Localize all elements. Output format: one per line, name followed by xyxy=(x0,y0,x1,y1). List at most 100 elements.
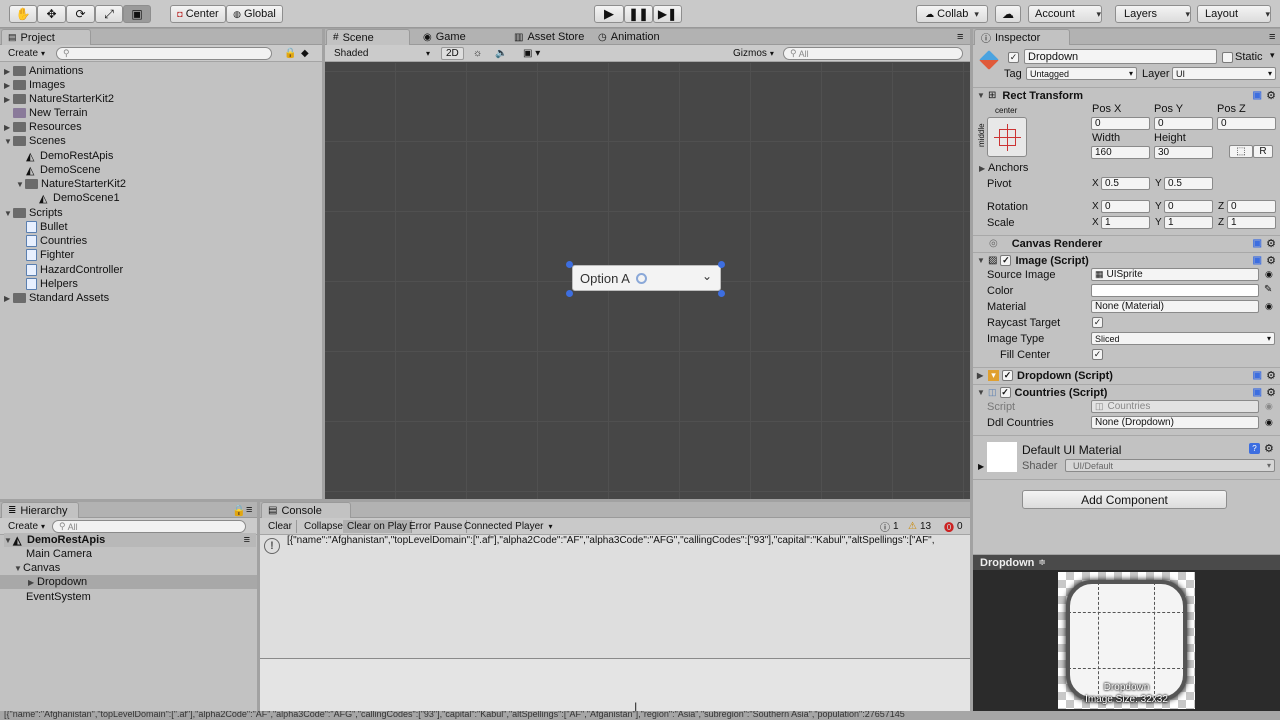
scale-y-input[interactable]: 1 xyxy=(1164,216,1213,229)
tab-project[interactable]: ▤ Project xyxy=(1,29,91,45)
audio-toggle-icon[interactable]: 🔈 xyxy=(491,47,511,60)
image-enabled-checkbox[interactable]: ✓ xyxy=(1000,255,1012,266)
project-item-scenes[interactable]: ▼ Scenes xyxy=(4,134,66,148)
rotation-y-input[interactable]: 0 xyxy=(1164,200,1213,213)
project-item-demoscene[interactable]: ◭ DemoScene xyxy=(26,163,101,177)
panel-menu-icon[interactable]: ≡ xyxy=(240,502,257,518)
hierarchy-create-button[interactable]: Create ▾ xyxy=(4,520,49,533)
rect-tool-button[interactable]: ▣ xyxy=(123,5,151,23)
hierarchy-item-canvas[interactable]: ▼ Canvas xyxy=(14,561,60,575)
pause-button[interactable]: ❚❚ xyxy=(624,5,653,23)
project-item-standard-assets[interactable]: ▶ Standard Assets xyxy=(4,291,109,305)
collab-dropdown[interactable]: ☁ Collab xyxy=(916,5,988,23)
image-type-dropdown[interactable]: Sliced ▾ xyxy=(1091,332,1275,345)
rotation-z-input[interactable]: 0 xyxy=(1227,200,1276,213)
source-image-field[interactable]: ▦ UISprite xyxy=(1091,268,1259,281)
material-foldout-icon[interactable]: ▶ xyxy=(978,462,984,471)
console-log-entry[interactable]: [{"name":"Afghanistan","topLevelDomain":… xyxy=(287,535,967,546)
object-picker-icon[interactable]: ◉ xyxy=(1265,301,1273,312)
static-checkbox[interactable] xyxy=(1222,52,1233,63)
console-collapse-button[interactable]: Collapse xyxy=(300,520,348,533)
layers-dropdown[interactable]: Layers xyxy=(1115,5,1191,23)
dropdown-component-header[interactable]: ▶ ▾ ✓ Dropdown (Script) ▣ ⚙ xyxy=(973,367,1280,383)
project-create-button[interactable]: Create ▾ xyxy=(4,47,49,60)
hierarchy-scene-demorestapis[interactable]: ▼ ◭ DemoRestApis ≡ xyxy=(4,533,256,547)
help-icon[interactable]: ? xyxy=(1249,443,1260,454)
tab-game[interactable]: ◉ Game xyxy=(417,29,472,45)
panel-menu-icon[interactable]: ≡ xyxy=(951,29,969,45)
rect-handle-bottom-left[interactable] xyxy=(566,290,573,297)
gear-icon[interactable]: ⚙ xyxy=(1266,237,1276,250)
material-field[interactable]: None (Material) xyxy=(1091,300,1259,313)
hierarchy-item-eventsystem[interactable]: EventSystem xyxy=(26,590,91,604)
console-error-filter[interactable]: ⓿0 xyxy=(940,520,967,534)
raw-edit-button[interactable]: R xyxy=(1253,145,1273,158)
gear-icon[interactable]: ⚙ xyxy=(1266,89,1276,102)
countries-enabled-checkbox[interactable]: ✓ xyxy=(999,387,1011,398)
toggle-2d-button[interactable]: 2D xyxy=(441,47,464,60)
help-icon[interactable]: ▣ xyxy=(1253,238,1262,249)
rect-handle-bottom-right[interactable] xyxy=(718,290,725,297)
canvas-renderer-header[interactable]: ◎ Canvas Renderer ▣ ⚙ xyxy=(973,235,1280,251)
console-log-filter[interactable]: ⚠ 13 xyxy=(904,520,935,533)
global-local-button[interactable]: ◍ Global xyxy=(226,5,283,23)
project-item-helpers[interactable]: Helpers xyxy=(26,277,78,291)
layout-dropdown[interactable]: Layout xyxy=(1197,5,1271,23)
rect-handle-top-left[interactable] xyxy=(566,261,573,268)
hierarchy-search-input[interactable]: ⚲ All xyxy=(52,520,246,533)
scene-menu-icon[interactable]: ≡ xyxy=(244,534,250,546)
help-icon[interactable]: ▣ xyxy=(1253,90,1262,101)
raycast-target-checkbox[interactable]: ✓ xyxy=(1092,317,1103,328)
active-checkbox[interactable]: ✓ xyxy=(1008,52,1019,63)
lighting-toggle-icon[interactable]: ☼ xyxy=(469,47,486,60)
project-item-scenes-naturestarterkit2[interactable]: ▼ NatureStarterKit2 xyxy=(16,177,126,191)
rotation-x-input[interactable]: 0 xyxy=(1101,200,1150,213)
scale-tool-button[interactable]: ⤢ xyxy=(95,5,123,23)
hand-tool-button[interactable]: ✋ xyxy=(9,5,37,23)
eyedropper-icon[interactable]: ✎ xyxy=(1264,284,1272,295)
console-error-pause-button[interactable]: Error Pause xyxy=(405,520,468,533)
anchors-foldout[interactable]: ▶ Anchors xyxy=(979,162,1028,174)
gear-icon[interactable]: ⚙ xyxy=(1266,386,1276,399)
scale-z-input[interactable]: 1 xyxy=(1227,216,1276,229)
object-name-input[interactable]: Dropdown xyxy=(1024,49,1217,64)
scene-search-input[interactable]: ⚲ All xyxy=(783,47,963,60)
tag-filter-icon[interactable]: ◆ xyxy=(297,47,313,60)
play-button[interactable]: ▶ xyxy=(594,5,624,23)
chevron-down-icon[interactable]: ▾ xyxy=(1270,50,1275,61)
effects-dropdown-icon[interactable]: ▣ ▾ xyxy=(519,47,544,60)
project-item-images[interactable]: ▶ Images xyxy=(4,78,65,92)
object-picker-icon[interactable]: ◉ xyxy=(1265,269,1273,280)
move-tool-button[interactable]: ✥ xyxy=(37,5,66,23)
cloud-services-button[interactable]: ☁ xyxy=(995,5,1021,23)
tab-scene[interactable]: # Scene xyxy=(326,29,410,45)
countries-component-header[interactable]: ▼ ◫ ✓ Countries (Script) ▣ ⚙ xyxy=(973,384,1280,400)
gear-icon[interactable]: ⚙ xyxy=(1266,369,1276,382)
add-component-button[interactable]: Add Component xyxy=(1022,490,1227,509)
object-picker-icon[interactable]: ◉ xyxy=(1265,417,1273,428)
gizmos-dropdown[interactable]: Gizmos ▾ xyxy=(729,47,778,60)
image-component-header[interactable]: ▼ ▨ ✓ Image (Script) ▣ ⚙ xyxy=(973,252,1280,268)
project-search-input[interactable]: ⚲ xyxy=(56,47,272,60)
pos-z-input[interactable]: 0 xyxy=(1217,117,1276,130)
color-field[interactable] xyxy=(1091,284,1259,297)
gear-icon[interactable]: ⚙ xyxy=(1264,442,1274,455)
pivot-y-input[interactable]: 0.5 xyxy=(1164,177,1213,190)
help-icon[interactable]: ▣ xyxy=(1253,255,1262,266)
tab-inspector[interactable]: ⓘ Inspector xyxy=(974,29,1070,45)
gear-icon[interactable]: ⚙ xyxy=(1266,254,1276,267)
tag-dropdown[interactable]: Untagged ▾ xyxy=(1026,67,1137,80)
hierarchy-item-main-camera[interactable]: Main Camera xyxy=(26,547,92,561)
anchor-preset-button[interactable] xyxy=(987,117,1027,157)
scale-x-input[interactable]: 1 xyxy=(1101,216,1150,229)
hierarchy-item-dropdown[interactable]: ▶ Dropdown xyxy=(0,575,257,589)
console-clear-on-play-button[interactable]: Clear on Play xyxy=(343,520,413,533)
help-icon[interactable]: ▣ xyxy=(1253,387,1262,398)
project-item-fighter[interactable]: Fighter xyxy=(26,248,74,262)
rect-handle-top-right[interactable] xyxy=(718,261,725,268)
panel-menu-icon[interactable]: ≡ xyxy=(1263,29,1280,45)
ddl-countries-field[interactable]: None (Dropdown) xyxy=(1091,416,1259,429)
console-warning-filter[interactable]: ⓘ 1 xyxy=(876,520,903,534)
project-item-demorestapis[interactable]: ◭ DemoRestApis xyxy=(26,149,113,163)
tab-animation[interactable]: ◷ Animation xyxy=(592,29,666,45)
